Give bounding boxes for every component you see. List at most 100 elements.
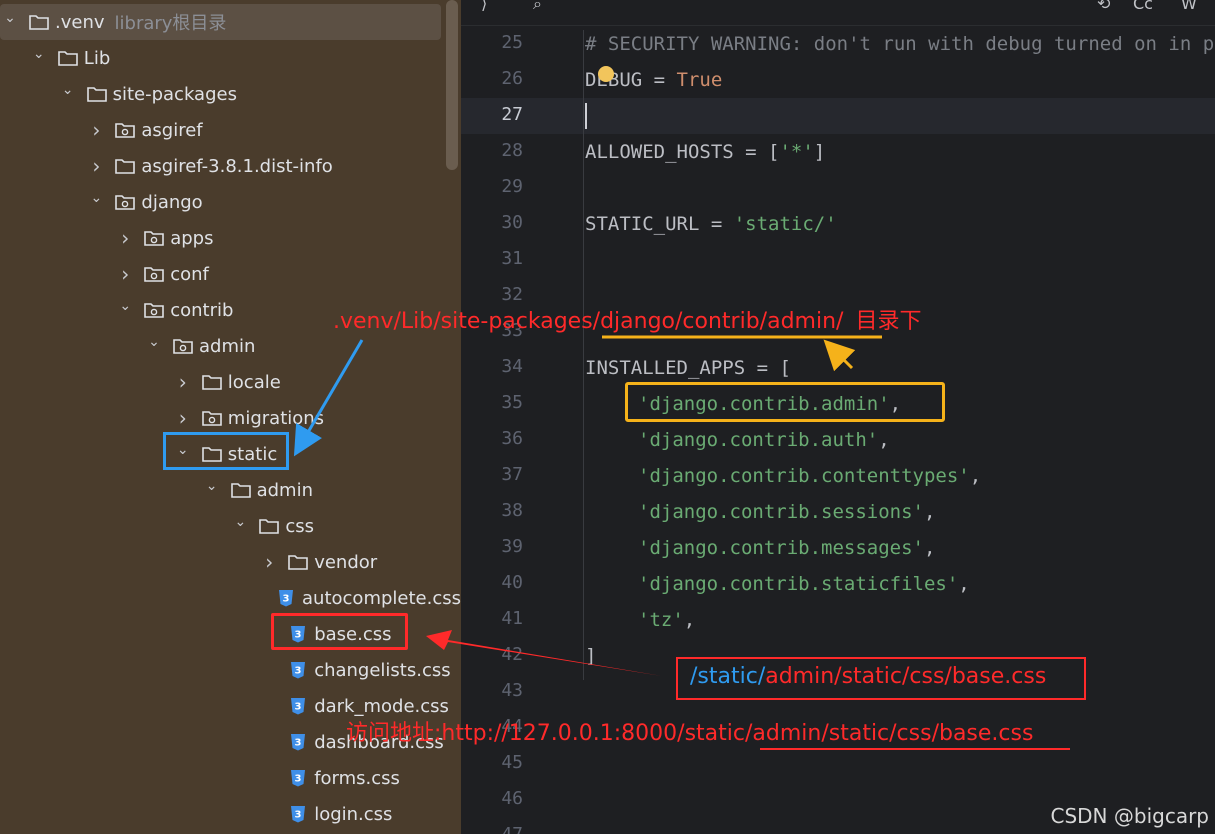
tree-item-label: css (285, 515, 315, 537)
tree-item-label: contrib (170, 299, 234, 321)
tree-item-label: admin (199, 335, 256, 357)
tree-item-locale[interactable]: › locale (0, 364, 461, 400)
path-note: .venv/Lib/site-packages/django/contrib/a… (333, 309, 922, 334)
chevron-down-icon[interactable]: ⌄ (31, 46, 47, 62)
tree-item-apps[interactable]: › apps (0, 220, 461, 256)
tree-item-label: changelists.css (314, 659, 451, 681)
installed-app-line: 'django.contrib.sessions', (638, 501, 936, 523)
tree-item-asgiref[interactable]: › asgiref (0, 112, 461, 148)
line-number: 40 (501, 572, 523, 593)
tree-item-migrations[interactable]: › migrations (0, 400, 461, 436)
tree-item-django[interactable]: ⌄ django (0, 184, 461, 220)
css-file-icon: 3 (287, 661, 309, 679)
css-file-icon: 3 (287, 769, 309, 787)
nav-arrow-icon[interactable]: ⟩ (481, 0, 487, 13)
css-file-icon: 3 (275, 589, 297, 607)
chevron-right-icon[interactable]: › (117, 226, 133, 250)
svg-text:3: 3 (295, 774, 302, 785)
chevron-right-icon[interactable]: › (88, 154, 104, 178)
tree-item-label: migrations (227, 407, 325, 429)
tree-item-label: Lib (83, 47, 111, 69)
search-icon[interactable]: ⌕ (533, 0, 542, 14)
chevron-down-icon[interactable]: ⌄ (88, 190, 104, 206)
watermark: CSDN @bigcarp (1050, 804, 1210, 828)
tree-item-asgiref-3-8-1-dist-info[interactable]: › asgiref-3.8.1.dist-info (0, 148, 461, 184)
line-number: 39 (501, 536, 523, 557)
line-number: 26 (501, 68, 523, 89)
folder-icon (258, 517, 280, 535)
package-icon (114, 193, 136, 211)
replace-icon[interactable]: ⟲ (1097, 0, 1110, 13)
installed-app-line: 'django.contrib.auth', (638, 429, 890, 451)
whole-word-toggle[interactable]: W (1181, 0, 1197, 13)
tree-item-lib[interactable]: ⌄ Lib (0, 40, 461, 76)
chevron-down-icon[interactable]: ⌄ (232, 514, 248, 530)
tree-item-label: conf (170, 263, 209, 285)
folder-icon (28, 13, 50, 31)
line-number: 43 (501, 680, 523, 701)
folder-icon (57, 49, 79, 67)
admin-app-highlight (625, 382, 945, 422)
tree-item-label: login.css (314, 803, 393, 825)
chevron-right-icon[interactable]: › (117, 262, 133, 286)
line-number: 45 (501, 752, 523, 773)
chevron-down-icon[interactable]: ⌄ (60, 82, 76, 98)
line-number: 37 (501, 464, 523, 485)
chevron-down-icon[interactable]: ⌄ (117, 298, 133, 314)
tree-item-autocomplete-css[interactable]: 3 autocomplete.css (0, 580, 461, 616)
package-icon (172, 337, 194, 355)
chevron-down-icon[interactable]: ⌄ (204, 478, 220, 494)
tree-item-label: .venv (55, 11, 105, 33)
chevron-right-icon[interactable]: › (88, 118, 104, 142)
tree-item-note: library根目录 (114, 13, 227, 34)
tree-item--venv[interactable]: ⌄ .venv library根目录 (0, 4, 441, 40)
line-number: 34 (501, 356, 523, 377)
text-caret (585, 103, 587, 129)
folder-icon (201, 373, 223, 391)
installed-app-line: 'django.contrib.messages', (638, 537, 936, 559)
tree-item-label: apps (170, 227, 214, 249)
chevron-right-icon[interactable]: › (175, 406, 191, 430)
tree-item-conf[interactable]: › conf (0, 256, 461, 292)
line-number-gutter: 25 26 27 28 29 30 31 32 33 34 35 36 37 38 39 40 41 42 43 44… (461, 25, 581, 834)
tree-item-vendor[interactable]: › vendor (0, 544, 461, 580)
code-line-34: INSTALLED_APPS = [ (585, 357, 791, 379)
tree-item-admin[interactable]: ⌄ admin (0, 472, 461, 508)
css-file-icon: 3 (287, 697, 309, 715)
tree-item-changelists-css[interactable]: 3 changelists.css (0, 652, 461, 688)
package-icon (201, 409, 223, 427)
tree-item-forms-css[interactable]: 3 forms.css (0, 760, 461, 796)
tree-item-css[interactable]: ⌄ css (0, 508, 461, 544)
chevron-down-icon[interactable]: ⌄ (146, 334, 162, 350)
chevron-right-icon[interactable]: › (261, 550, 277, 574)
tree-item-label: site-packages (112, 83, 237, 105)
folder-icon (86, 85, 108, 103)
tree-item-label: admin (256, 479, 313, 501)
line-number: 25 (501, 32, 523, 53)
tree-item-label: asgiref (141, 119, 203, 141)
project-tree: ⌄ .venv library根目录 ⌄ Lib ⌄ site-packages › asgir… (0, 0, 461, 834)
code-line-42: ] (585, 645, 597, 667)
tree-item-label: django (141, 191, 203, 213)
code-line-28: ALLOWED_HOSTS = ['*'] (585, 141, 826, 163)
editor-toolbar: ⟩ ⌕ ⟲ Cc W (461, 0, 1215, 26)
tree-item-login-css[interactable]: 3 login.css (0, 796, 461, 832)
lightbulb-icon[interactable] (598, 66, 614, 82)
chevron-down-icon[interactable]: ⌄ (2, 10, 18, 26)
svg-text:3: 3 (283, 594, 290, 605)
svg-text:3: 3 (295, 666, 302, 677)
package-icon (143, 229, 165, 247)
installed-app-line: 'tz', (638, 609, 696, 631)
match-case-toggle[interactable]: Cc (1133, 0, 1153, 13)
line-number: 27 (501, 104, 523, 125)
tree-item-site-packages[interactable]: ⌄ site-packages (0, 76, 461, 112)
chevron-right-icon[interactable]: › (175, 370, 191, 394)
line-number: 31 (501, 248, 523, 269)
code-line-25: # SECURITY WARNING: don't run with debug… (585, 33, 1215, 55)
static-folder-highlight (163, 432, 289, 470)
tree-item-label: forms.css (314, 767, 400, 789)
tree-item-label: vendor (314, 551, 378, 573)
tree-scrollbar[interactable] (446, 0, 458, 170)
package-icon (143, 265, 165, 283)
line-number: 41 (501, 608, 523, 629)
